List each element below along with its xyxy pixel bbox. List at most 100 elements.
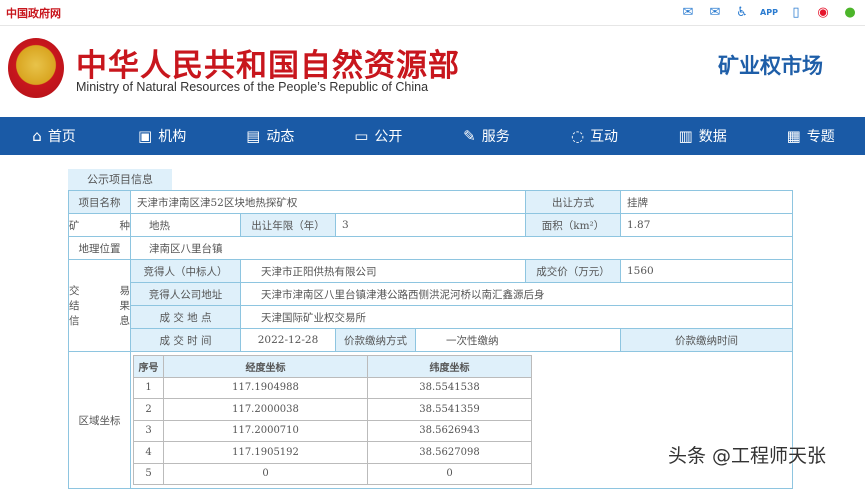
table-row: 交易 结果 信息 竞得人（中标人） 天津市正阳供热有限公司 成交价（万元） 15… <box>68 259 793 352</box>
data-icon: ▥ <box>678 127 693 145</box>
pay-method: 一次性缴纳 <box>415 328 621 352</box>
cell: 117.1904988 <box>163 376 368 399</box>
chat-icon: ◌ <box>570 127 585 145</box>
national-emblem-logo <box>8 38 64 98</box>
area-label: 面积（km²） <box>525 213 621 237</box>
cell: 2 <box>133 398 164 421</box>
deal-place-label: 成 交 地 点 <box>130 305 241 329</box>
mineral: 地热 <box>130 213 241 237</box>
transfer-method: 挂牌 <box>620 190 793 214</box>
table-row: 1 117.1904988 38.5541538 <box>133 376 532 399</box>
site-title: 中华人民共和国自然资源部 <box>76 48 460 84</box>
coords-table: 序号 经度坐标 纬度坐标 1 117.1904988 38.5541538 2 117.200… <box>133 355 532 485</box>
section-title: 矿业权市场 <box>718 54 823 78</box>
table-row: 3 117.2000710 38.5626943 <box>133 419 532 442</box>
site-subtitle: Ministry of Natural Resources of the Peo… <box>76 80 429 94</box>
nav-label: 动态 <box>266 129 295 145</box>
table-row: 项目名称 天津市津南区津52区块地热探矿权 出让方式 挂牌 <box>68 190 793 214</box>
weibo-icon[interactable]: ◉ <box>814 3 832 21</box>
deal-time: 2022-12-28 <box>240 328 336 352</box>
nav-item-3[interactable]: ▭ 公开 <box>324 117 432 155</box>
mineral-label: 矿种 <box>69 219 130 232</box>
coords-label: 区域坐标 <box>68 351 131 489</box>
cell: 117.1905192 <box>163 441 368 464</box>
gov-portal-link[interactable]: 中国政府网 <box>6 5 61 21</box>
area: 1.87 <box>620 213 793 237</box>
cell: 38.5626943 <box>367 419 532 442</box>
term: 3 <box>335 213 526 237</box>
topic-icon: ▦ <box>786 127 801 145</box>
home-icon: ⌂ <box>32 127 42 145</box>
table-row: 矿种 地热 出让年限（年） 3 面积（km²） 1.87 <box>68 213 793 237</box>
pay-time-label: 价款缴纳时间 <box>620 328 793 352</box>
nav-label: 首页 <box>47 129 76 145</box>
mail-send-icon[interactable]: ✉ <box>706 3 724 21</box>
location-label: 地理位置 <box>68 236 131 260</box>
nav-item-0[interactable]: ⌂ 首页 <box>0 117 108 155</box>
public-icon: ▭ <box>354 127 369 145</box>
deal-place: 天津国际矿业权交易所 <box>240 305 793 329</box>
cell: 0 <box>367 462 532 485</box>
table-row: 竞得人公司地址 天津市津南区八里台镇津港公路西侧洪泥河桥以南汇鑫源后身 <box>69 282 793 306</box>
nav-item-5[interactable]: ◌ 互动 <box>540 117 648 155</box>
project-name: 天津市津南区津52区块地热探矿权 <box>130 190 526 214</box>
service-icon: ✎ <box>463 127 476 145</box>
cell: 117.2000038 <box>163 398 368 421</box>
nav-item-1[interactable]: ▣ 机构 <box>108 117 216 155</box>
pay-method-label: 价款缴纳方式 <box>335 328 416 352</box>
winner-label: 竞得人（中标人） <box>130 259 241 283</box>
nav-item-7[interactable]: ▦ 专题 <box>757 117 865 155</box>
nav-label: 互动 <box>590 129 619 145</box>
mobile-icon[interactable]: ▯ <box>787 3 805 21</box>
accessibility-icon[interactable]: ♿ <box>733 3 751 21</box>
location: 津南区八里台镇 <box>130 236 793 260</box>
winner-address: 天津市津南区八里台镇津港公路西侧洪泥河桥以南汇鑫源后身 <box>240 282 793 306</box>
nav-item-2[interactable]: ▤ 动态 <box>216 117 324 155</box>
nav-label: 服务 <box>481 129 510 145</box>
table-row: 地理位置 津南区八里台镇 <box>68 236 793 260</box>
project-name-label: 项目名称 <box>68 190 131 214</box>
mail-icon[interactable]: ✉ <box>679 3 697 21</box>
table-row: 成 交 时 间 2022-12-28 价款缴纳方式 一次性缴纳 价款缴纳时间 <box>69 328 793 352</box>
trade-result-label: 交易 结果 信息 <box>68 259 131 352</box>
table-row: 序号 经度坐标 纬度坐标 <box>133 355 532 378</box>
news-icon: ▤ <box>246 127 261 145</box>
table-row: 4 117.1905192 38.5627098 <box>133 441 532 464</box>
cell: 5 <box>133 462 164 485</box>
top-icons: ✉ ✉ ♿ APP ▯ ◉ ● <box>679 3 859 21</box>
cell: 经度坐标 <box>163 355 368 378</box>
deal-time-label: 成 交 时 间 <box>130 328 241 352</box>
transfer-method-label: 出让方式 <box>525 190 621 214</box>
cell: 0 <box>163 462 368 485</box>
table-row: 成 交 地 点 天津国际矿业权交易所 <box>69 305 793 329</box>
nav-label: 公开 <box>374 129 403 145</box>
watermark: 头条 @工程师天张 <box>668 445 827 467</box>
app-icon[interactable]: APP <box>760 3 778 21</box>
term-label: 出让年限（年） <box>240 213 336 237</box>
nav-label: 专题 <box>806 129 835 145</box>
table-row: 500 <box>133 462 532 485</box>
wechat-icon[interactable]: ● <box>841 3 859 21</box>
cell: 纬度坐标 <box>367 355 532 378</box>
cell: 序号 <box>133 355 164 378</box>
cell: 3 <box>133 419 164 442</box>
nav-label: 数据 <box>698 129 727 145</box>
winner-address-label: 竞得人公司地址 <box>130 282 241 306</box>
main-nav: ⌂ 首页 ▣ 机构 ▤ 动态 ▭ 公开 ✎ 服务 ◌ 互动 ▥ 数据 ▦ 专题 <box>0 117 865 155</box>
price-label: 成交价（万元） <box>525 259 621 283</box>
nav-item-4[interactable]: ✎ 服务 <box>432 117 540 155</box>
cell: 4 <box>133 441 164 464</box>
cell: 1 <box>133 376 164 399</box>
tab-project-info[interactable]: 公示项目信息 <box>68 169 172 190</box>
table-row: 2 117.2000038 38.5541359 <box>133 398 532 421</box>
nav-item-6[interactable]: ▥ 数据 <box>649 117 757 155</box>
org-icon: ▣ <box>138 127 153 145</box>
top-bar: 中国政府网 ✉ ✉ ♿ APP ▯ ◉ ● <box>0 0 865 26</box>
cell: 38.5627098 <box>367 441 532 464</box>
cell: 117.2000710 <box>163 419 368 442</box>
cell: 38.5541538 <box>367 376 532 399</box>
winner: 天津市正阳供热有限公司 <box>240 259 526 283</box>
price: 1560 <box>620 259 793 283</box>
cell: 38.5541359 <box>367 398 532 421</box>
nav-label: 机构 <box>158 129 187 145</box>
